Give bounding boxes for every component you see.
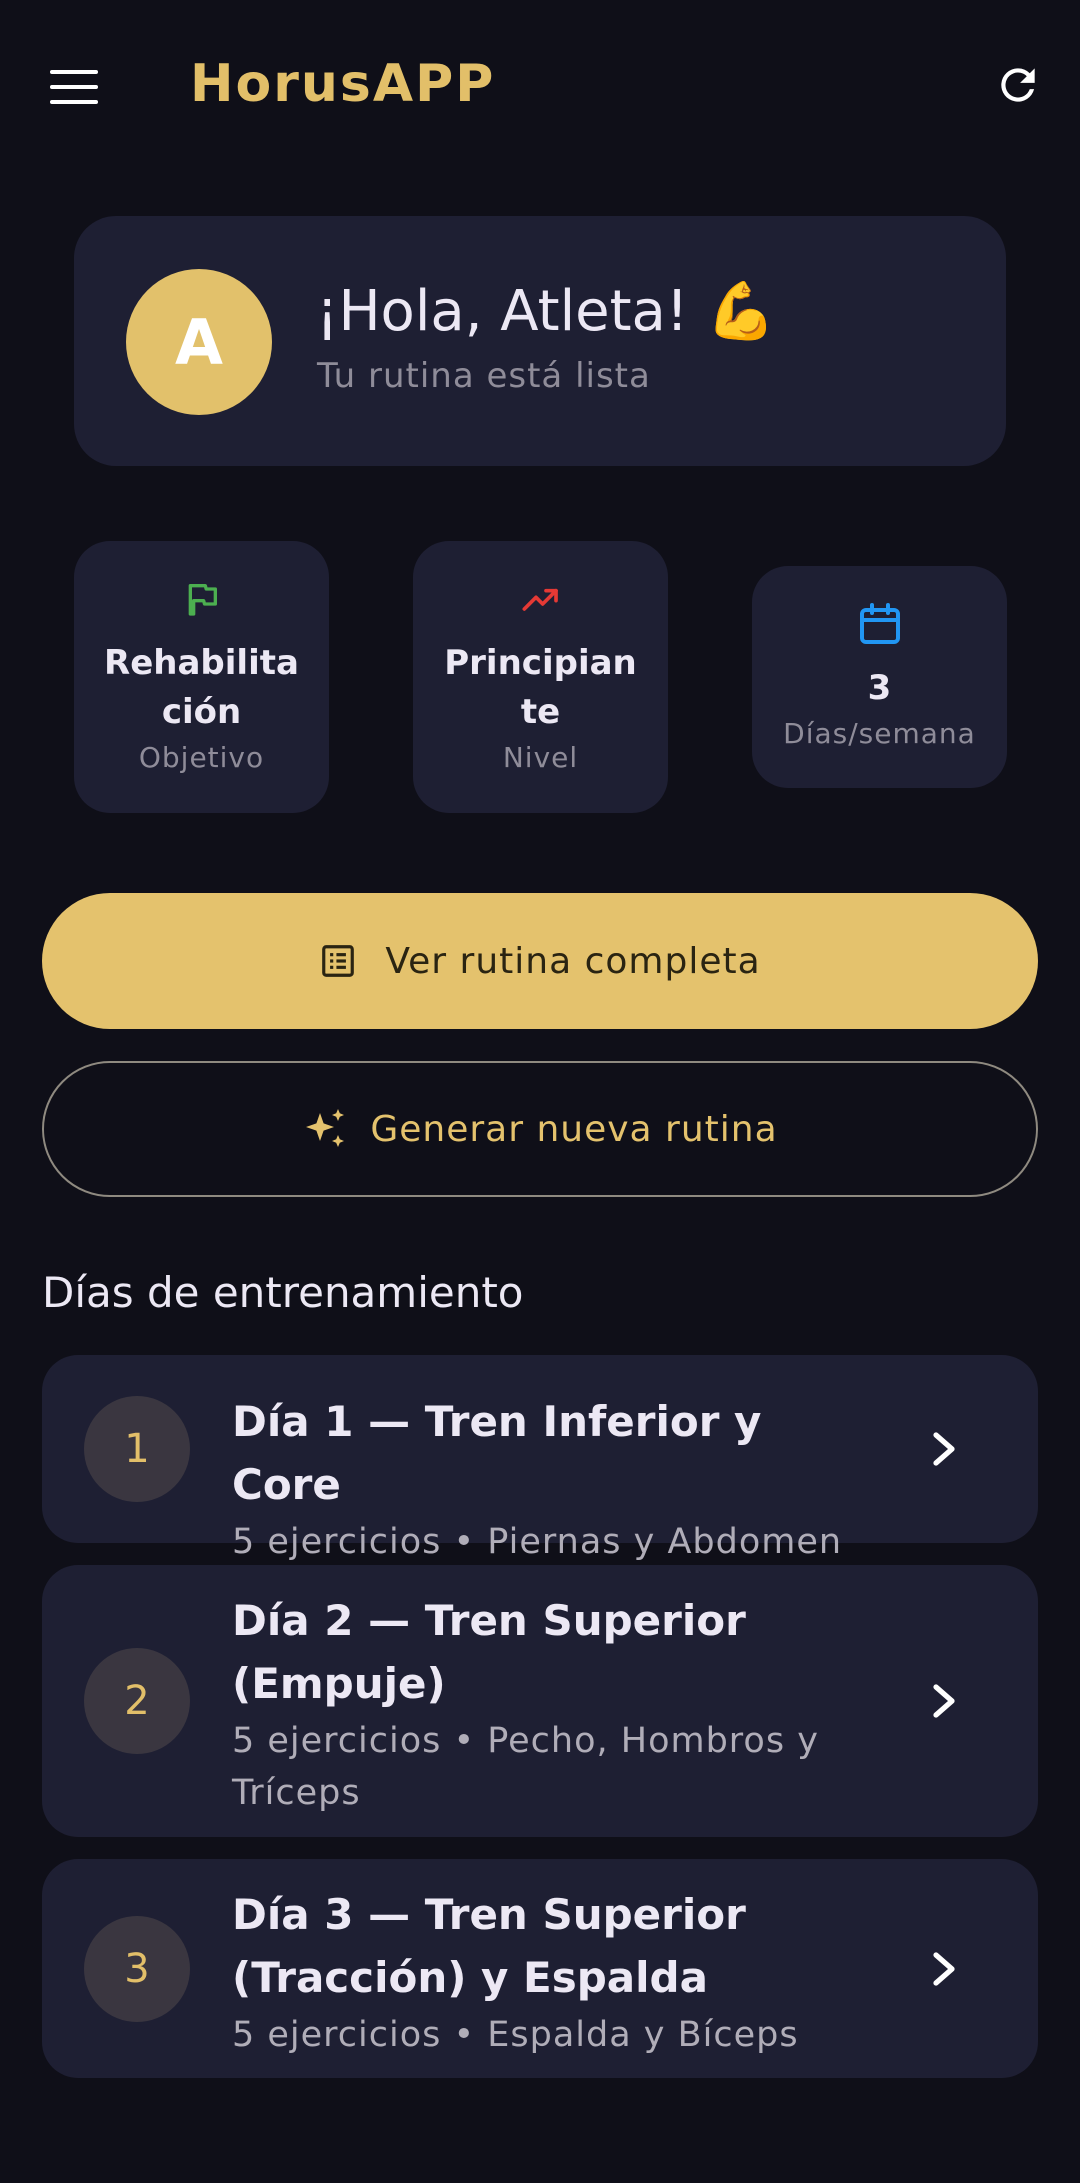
app-bar: HorusAPP [0, 0, 1080, 170]
generate-routine-button[interactable]: Generar nueva rutina [42, 1061, 1038, 1197]
flag-icon [188, 584, 217, 616]
greeting-card: A ¡Hola, Atleta! 💪 Tu rutina está lista [74, 216, 1006, 466]
calendar-icon [859, 603, 900, 644]
stat-goal-value: Rehabilitación [104, 643, 299, 732]
greeting-title: ¡Hola, Atleta! 💪 [316, 279, 776, 344]
greeting-subtitle: Tu rutina está lista [317, 356, 651, 396]
day-text: Día 2 — Tren Superior (Empuje) 5 ejercic… [232, 1589, 872, 1819]
stat-card-goal: Rehabilitación Objetivo [74, 541, 329, 813]
day-subtitle: 5 ejercicios • Pecho, Hombros y Tríceps [232, 1721, 819, 1813]
view-routine-button[interactable]: Ver rutina completa [42, 893, 1038, 1029]
day-card-2[interactable]: 2 Día 2 — Tren Superior (Empuje) 5 ejerc… [42, 1565, 1038, 1837]
stat-goal-label: Objetivo [138, 741, 265, 774]
day-subtitle: 5 ejercicios • Piernas y Abdomen [232, 1522, 843, 1562]
refresh-icon[interactable] [993, 58, 1043, 112]
day-text: Día 1 — Tren Inferior y Core 5 ejercicio… [232, 1390, 872, 1568]
trending-up-icon [522, 588, 558, 611]
avatar: A [126, 269, 272, 415]
day-title: Día 1 — Tren Inferior y Core [232, 1397, 762, 1509]
day-number-badge: 3 [84, 1916, 190, 2022]
day-text: Día 3 — Tren Superior (Tracción) y Espal… [232, 1883, 872, 2061]
app-title: HorusAPP [190, 54, 496, 114]
stat-level-value: Principiante [444, 643, 637, 732]
view-routine-label: Ver rutina completa [385, 940, 761, 982]
day-card-3[interactable]: 3 Día 3 — Tren Superior (Tracción) y Esp… [42, 1859, 1038, 2078]
chevron-right-icon [933, 1684, 955, 1718]
stat-level-label: Nivel [502, 741, 579, 774]
day-title: Día 3 — Tren Superior (Tracción) y Espal… [232, 1890, 746, 2002]
chevron-right-icon [933, 1952, 955, 1986]
stat-card-level: Principiante Nivel [413, 541, 668, 813]
day-title: Día 2 — Tren Superior (Empuje) [232, 1596, 746, 1708]
stat-days-value: 3 [867, 668, 892, 708]
generate-routine-label: Generar nueva rutina [370, 1108, 778, 1150]
sparkles-icon [306, 1109, 345, 1147]
day-card-1[interactable]: 1 Día 1 — Tren Inferior y Core 5 ejercic… [42, 1355, 1038, 1562]
stat-card-days: 3 Días/semana [752, 566, 1007, 788]
chevron-right-icon [933, 1432, 955, 1466]
day-subtitle: 5 ejercicios • Espalda y Bíceps [232, 2015, 799, 2055]
stat-days-label: Días/semana [783, 717, 976, 750]
menu-icon[interactable] [50, 70, 98, 104]
day-number-badge: 1 [84, 1396, 190, 1502]
section-title: Días de entrenamiento [42, 1268, 524, 1317]
list-icon [322, 945, 355, 977]
day-number-badge: 2 [84, 1648, 190, 1754]
